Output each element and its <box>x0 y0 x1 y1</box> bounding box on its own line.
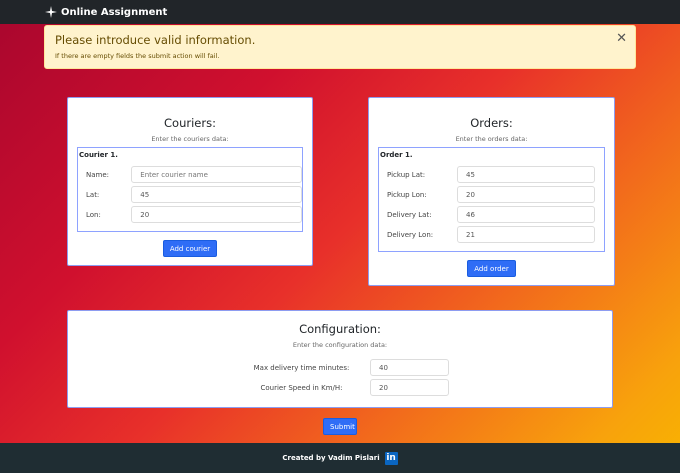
pickup-lon-label: Pickup Lon: <box>387 190 427 199</box>
brand-link[interactable]: Online Assignment <box>45 6 167 18</box>
speed-input[interactable] <box>370 379 449 396</box>
alert-title: Please introduce valid information. <box>55 33 256 47</box>
linkedin-icon[interactable]: in <box>384 451 398 465</box>
delivery-lat-input[interactable] <box>457 206 595 223</box>
orders-title: Orders: <box>470 116 513 130</box>
delivery-lon-label: Delivery Lon: <box>387 230 434 239</box>
close-icon[interactable]: ✕ <box>616 31 627 46</box>
couriers-card: Couriers: Enter the couriers data: Couri… <box>67 97 313 266</box>
lon-label: Lon: <box>86 210 101 219</box>
submit-button[interactable]: Submit <box>323 418 357 435</box>
pickup-lat-input[interactable] <box>457 166 595 183</box>
config-subtitle: Enter the configuration data: <box>292 341 388 349</box>
couriers-subtitle: Enter the couriers data: <box>151 135 229 143</box>
couriers-title: Couriers: <box>164 116 216 130</box>
warning-alert: Please introduce valid information. If t… <box>44 25 636 69</box>
max-time-label: Max delivery time minutes: <box>253 363 350 372</box>
lat-label: Lat: <box>86 190 100 199</box>
add-courier-button[interactable]: Add courier <box>162 240 218 257</box>
courier-name-input[interactable] <box>131 166 302 183</box>
footer: Created by Vadim Pislari in <box>0 443 680 473</box>
order-legend: Order 1. <box>380 151 413 159</box>
courier-lat-input[interactable] <box>131 186 302 203</box>
alert-text: If there are empty fields the submit act… <box>55 52 220 60</box>
navbar: Online Assignment <box>0 0 680 24</box>
orders-card: Orders: Enter the orders data: Order 1. … <box>368 97 615 286</box>
pickup-lon-input[interactable] <box>457 186 595 203</box>
name-label: Name: <box>86 170 110 179</box>
orders-subtitle: Enter the orders data: <box>455 135 528 143</box>
courier-fieldset: Courier 1. Name: Lat: Lon: <box>77 147 303 232</box>
courier-legend: Courier 1. <box>79 151 118 159</box>
config-title: Configuration: <box>299 322 381 336</box>
footer-text: Created by Vadim Pislari <box>282 454 380 462</box>
delivery-lat-label: Delivery Lat: <box>387 210 432 219</box>
brand-title: Online Assignment <box>61 6 168 18</box>
config-card: Configuration: Enter the configuration d… <box>67 310 613 408</box>
pickup-lat-label: Pickup Lat: <box>387 170 426 179</box>
max-time-input[interactable] <box>370 359 449 376</box>
order-fieldset: Order 1. Pickup Lat: Pickup Lon: Deliver… <box>378 147 605 252</box>
logo-icon <box>45 6 57 18</box>
add-order-button[interactable]: Add order <box>467 260 516 277</box>
delivery-lon-input[interactable] <box>457 226 595 243</box>
courier-lon-input[interactable] <box>131 206 302 223</box>
speed-label: Courier Speed in Km/H: <box>260 383 343 392</box>
